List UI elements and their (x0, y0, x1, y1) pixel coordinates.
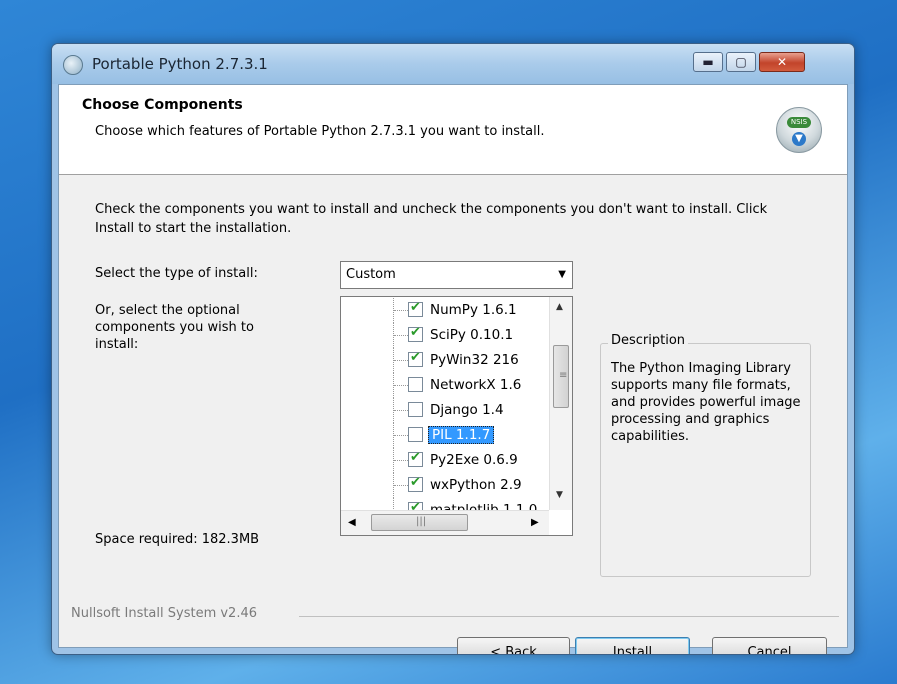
component-label: NetworkX 1.6 (430, 377, 522, 393)
description-title: Description (608, 333, 689, 348)
component-checkbox[interactable] (408, 300, 423, 317)
install-button[interactable]: Install (575, 637, 690, 654)
description-text: The Python Imaging Library supports many… (611, 361, 801, 444)
title-bar[interactable]: Portable Python 2.7.3.1 ▬ ▢ ✕ (52, 44, 854, 84)
horizontal-scroll-thumb[interactable]: ||| (371, 514, 468, 531)
install-type-label: Select the type of install: (95, 266, 258, 281)
scroll-left-arrow-icon[interactable]: ◀ (348, 517, 356, 528)
component-checkbox[interactable] (408, 350, 423, 367)
component-item[interactable]: PIL 1.1.7 (341, 423, 551, 448)
tree-connector (393, 348, 408, 373)
installer-window: Portable Python 2.7.3.1 ▬ ▢ ✕ Choose Com… (51, 43, 855, 655)
tree-connector (393, 448, 408, 473)
scroll-grip-icon: ||| (416, 516, 427, 527)
component-checkbox[interactable] (408, 325, 423, 342)
component-label: Django 1.4 (430, 402, 504, 418)
component-item[interactable]: NumPy 1.6.1 (341, 298, 551, 323)
components-tree[interactable]: NumPy 1.6.1 SciPy 0.10.1 PyWin32 216 Networ… (340, 296, 573, 536)
cancel-button[interactable]: Cancel (712, 637, 827, 654)
component-item[interactable]: NetworkX 1.6 (341, 373, 551, 398)
tree-connector (393, 323, 408, 348)
component-label: PyWin32 216 (430, 352, 519, 368)
minimize-button[interactable]: ▬ (693, 52, 723, 72)
component-label: NumPy 1.6.1 (430, 302, 517, 318)
component-item[interactable]: Django 1.4 (341, 398, 551, 423)
page-header: Choose Components Choose which features … (59, 85, 847, 175)
scroll-down-arrow-icon[interactable]: ▼ (556, 490, 563, 500)
vertical-scrollbar[interactable]: ▲ ≡ ▼ (549, 297, 572, 510)
scroll-up-arrow-icon[interactable]: ▲ (556, 302, 563, 312)
space-required-label: Space required: 182.3MB (95, 532, 260, 547)
scroll-grip-icon: ≡ (559, 370, 568, 381)
tree-connector (393, 423, 408, 448)
footer-divider (299, 616, 839, 617)
install-type-value: Custom (346, 267, 396, 282)
maximize-button[interactable]: ▢ (726, 52, 756, 72)
nsis-logo-text: NSIS (787, 117, 811, 128)
horizontal-scrollbar[interactable]: ◀ ||| ▶ (341, 510, 549, 535)
download-arrow-icon: ▼ (792, 132, 806, 146)
component-label: Py2Exe 0.6.9 (430, 452, 518, 468)
install-type-dropdown[interactable]: Custom ▼ (340, 261, 573, 289)
component-checkbox[interactable] (408, 402, 423, 417)
tree-connector (393, 473, 408, 498)
component-checkbox[interactable] (408, 450, 423, 467)
tree-connector (393, 373, 408, 398)
component-checkbox[interactable] (408, 427, 423, 442)
nsis-version-label: Nullsoft Install System v2.46 (71, 606, 258, 621)
component-item[interactable]: SciPy 0.10.1 (341, 323, 551, 348)
page-title: Choose Components (82, 97, 243, 113)
window-title: Portable Python 2.7.3.1 (92, 55, 268, 73)
component-item[interactable]: PyWin32 216 (341, 348, 551, 373)
tree-connector (393, 298, 408, 323)
component-checkbox[interactable] (408, 475, 423, 492)
component-label: wxPython 2.9 (430, 477, 522, 493)
component-label: PIL 1.1.7 (428, 426, 495, 444)
vertical-scroll-thumb[interactable]: ≡ (553, 345, 569, 408)
scroll-right-arrow-icon[interactable]: ▶ (531, 517, 539, 528)
component-label: SciPy 0.10.1 (430, 327, 514, 343)
tree-connector (393, 398, 408, 423)
component-item[interactable]: wxPython 2.9 (341, 473, 551, 498)
component-item[interactable]: Py2Exe 0.6.9 (341, 448, 551, 473)
back-button[interactable]: < Back (457, 637, 570, 654)
close-button[interactable]: ✕ (759, 52, 805, 72)
instructions-text: Check the components you want to install… (95, 202, 768, 236)
dropdown-arrow-icon: ▼ (558, 269, 566, 280)
optional-components-label: Or, select the optional components you w… (95, 303, 254, 352)
nsis-logo-icon: NSIS ▼ (776, 107, 822, 153)
python-app-icon (63, 55, 83, 75)
component-checkbox[interactable] (408, 377, 423, 392)
page-subtitle: Choose which features of Portable Python… (95, 124, 545, 139)
dialog-client-area: Choose Components Choose which features … (58, 84, 848, 654)
